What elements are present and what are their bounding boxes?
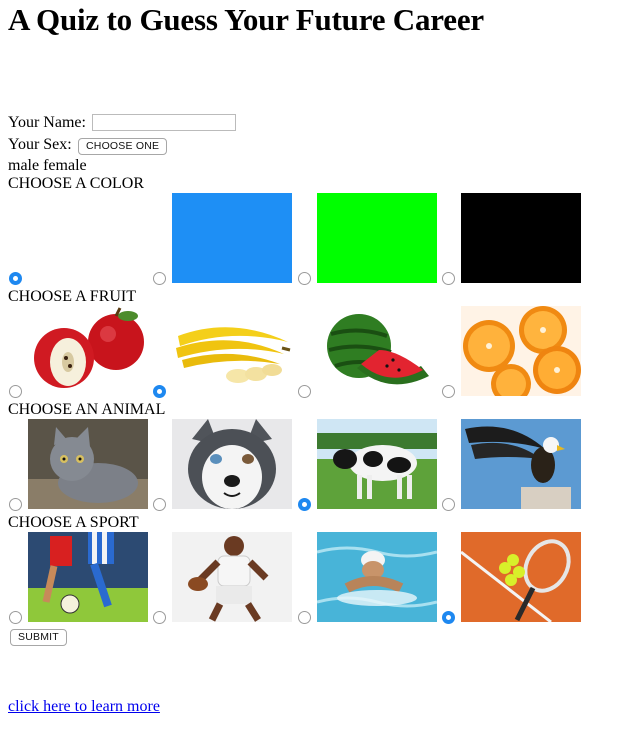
page-title: A Quiz to Guess Your Future Career xyxy=(8,2,484,37)
color-swatch-white xyxy=(28,193,148,283)
fruit-radio-apple[interactable] xyxy=(9,385,22,398)
animal-radio-husky[interactable] xyxy=(153,498,166,511)
animal-radio-eagle[interactable] xyxy=(442,498,455,511)
name-label: Your Name: xyxy=(8,114,86,131)
sport-radio-basketball[interactable] xyxy=(153,611,166,624)
kitten-image xyxy=(28,419,148,509)
animal-radio-cow[interactable] xyxy=(298,498,311,511)
color-heading: CHOOSE A COLOR xyxy=(8,175,145,192)
sport-radio-swimming[interactable] xyxy=(298,611,311,624)
fruit-heading: CHOOSE A FRUIT xyxy=(8,288,137,305)
learn-more-link[interactable]: click here to learn more xyxy=(8,698,160,716)
color-radio-blue[interactable] xyxy=(153,272,166,285)
cow-image xyxy=(317,419,437,509)
fruit-radio-banana[interactable] xyxy=(153,385,166,398)
eagle-image xyxy=(461,419,581,509)
sport-heading: CHOOSE A SPORT xyxy=(8,514,139,531)
watermelon-image xyxy=(317,306,437,396)
color-radio-green[interactable] xyxy=(298,272,311,285)
color-swatch-black xyxy=(461,193,581,283)
apple-image xyxy=(28,306,148,396)
banana-image xyxy=(172,306,292,396)
sex-label: Your Sex: xyxy=(8,136,72,153)
sport-radio-tennis[interactable] xyxy=(442,611,455,624)
fruit-radio-watermelon[interactable] xyxy=(298,385,311,398)
color-swatch-green xyxy=(317,193,437,283)
orange-image xyxy=(461,306,581,396)
sex-select-button[interactable]: CHOOSE ONE xyxy=(78,138,168,155)
color-swatch-blue xyxy=(172,193,292,283)
tennis-image xyxy=(461,532,581,622)
name-input[interactable] xyxy=(92,114,236,131)
sport-radio-soccer[interactable] xyxy=(9,611,22,624)
color-radio-white[interactable] xyxy=(9,272,22,285)
basketball-image xyxy=(172,532,292,622)
color-radio-black[interactable] xyxy=(442,272,455,285)
husky-image xyxy=(172,419,292,509)
submit-button[interactable]: SUBMIT xyxy=(10,629,67,646)
fruit-radio-orange[interactable] xyxy=(442,385,455,398)
animal-radio-kitten[interactable] xyxy=(9,498,22,511)
sex-options-text: male female xyxy=(8,157,87,174)
animal-heading: CHOOSE AN ANIMAL xyxy=(8,401,166,418)
swimming-image xyxy=(317,532,437,622)
soccer-image xyxy=(28,532,148,622)
